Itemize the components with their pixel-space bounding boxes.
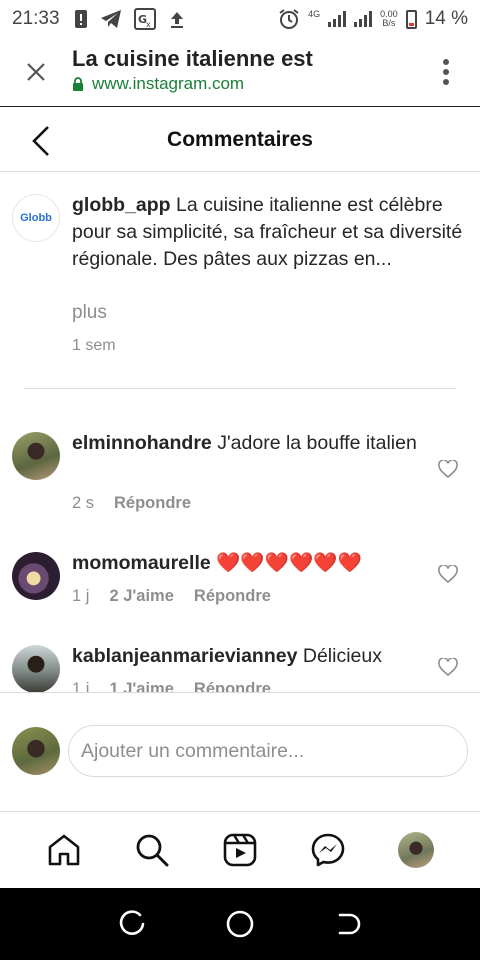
alert-icon — [74, 10, 87, 28]
comments-header: Commentaires — [0, 108, 480, 172]
reply-button[interactable]: Répondre — [114, 494, 191, 513]
avatar[interactable]: Globb — [12, 194, 60, 242]
system-indicators: 4G 0.00 B/s 14 % — [278, 8, 468, 30]
recents-icon[interactable] — [118, 909, 148, 939]
net-speed: 0.00 B/s — [380, 10, 398, 28]
signal-icon — [328, 11, 347, 27]
lock-icon — [73, 77, 83, 91]
comment-text: J'adore la bouffe italien — [217, 432, 417, 454]
comment-composer — [0, 692, 480, 812]
caption-time: 1 sem — [72, 337, 116, 354]
net-speed-unit: B/s — [382, 18, 396, 28]
upload-icon — [170, 12, 183, 28]
comment-time: 1 j — [72, 680, 90, 692]
comment-body: momomaurelle ❤️❤️❤️❤️❤️❤️ — [72, 550, 432, 577]
caption-more-link[interactable]: plus — [72, 302, 107, 324]
nav-search[interactable] — [132, 830, 172, 870]
divider — [24, 388, 456, 389]
comment-input[interactable] — [68, 725, 468, 777]
comment-time: 2 s — [72, 494, 95, 512]
svg-text:x: x — [146, 20, 151, 29]
reply-button[interactable]: Répondre — [194, 680, 271, 692]
comment-body: elminnohandre J'adore la bouffe italien — [72, 430, 432, 457]
heart-icon[interactable] — [438, 658, 458, 676]
comment-username[interactable]: kablanjeanmarievianney — [72, 645, 297, 667]
notification-icons: Gx — [74, 8, 186, 30]
status-time: 21:33 — [12, 8, 60, 29]
home-icon — [48, 834, 80, 866]
status-bar: 21:33 Gx 4G 0.00 B/s 14 % — [0, 0, 480, 38]
avatar[interactable] — [12, 552, 60, 600]
heart-icon[interactable] — [438, 460, 458, 478]
browser-toolbar: La cuisine italienne est www.instagram.c… — [0, 38, 480, 107]
alarm-icon — [279, 9, 299, 29]
caption-text-block: globb_app La cuisine italienne est célèb… — [72, 192, 468, 273]
search-icon — [136, 834, 169, 867]
caption-username[interactable]: globb_app — [72, 194, 171, 216]
nav-home[interactable] — [44, 830, 84, 870]
signal-icon-2 — [354, 11, 373, 27]
reply-button[interactable]: Répondre — [194, 587, 271, 606]
messenger-icon — [311, 833, 345, 867]
comment-time: 1 j — [72, 587, 90, 605]
system-nav-bar — [0, 888, 480, 960]
comment-text: Délicieux — [302, 645, 382, 667]
avatar-logo: Globb — [20, 212, 52, 224]
comment-meta: 1 j 2 J'aime Répondre — [72, 587, 271, 606]
translate-icon: Gx — [133, 8, 156, 30]
comment-meta: 1 j 1 J'aime Répondre — [72, 680, 271, 692]
likes-count[interactable]: 1 J'aime — [109, 680, 173, 692]
post-caption: Globb globb_app La cuisine italienne est… — [0, 172, 480, 390]
close-icon[interactable] — [24, 60, 48, 84]
battery-icon — [405, 9, 417, 29]
heart-icon[interactable] — [438, 565, 458, 583]
comment-text: ❤️❤️❤️❤️❤️❤️ — [216, 552, 362, 574]
bottom-nav — [0, 812, 480, 888]
comment-username[interactable]: momomaurelle — [72, 552, 211, 574]
reels-icon — [223, 833, 257, 867]
page-title: Commentaires — [167, 128, 313, 151]
comment-body: kablanjeanmarievianney Délicieux — [72, 643, 452, 670]
nav-messenger[interactable] — [308, 830, 348, 870]
comment-list[interactable]: elminnohandre J'adore la bouffe italien … — [0, 390, 480, 692]
network-type: 4G — [308, 9, 321, 19]
avatar[interactable] — [12, 645, 60, 692]
more-options-icon[interactable] — [442, 58, 450, 86]
comment-meta: 2 s Répondre — [72, 494, 191, 513]
comment-username[interactable]: elminnohandre — [72, 432, 212, 454]
avatar — [12, 727, 60, 775]
back-button-icon[interactable] — [332, 909, 362, 939]
nav-reels[interactable] — [220, 830, 260, 870]
battery-percent: 14 % — [424, 8, 468, 29]
browser-url: www.instagram.com — [72, 74, 244, 94]
likes-count[interactable]: 2 J'aime — [109, 587, 173, 606]
browser-page-title: La cuisine italienne est — [72, 46, 313, 71]
telegram-icon — [100, 10, 121, 28]
avatar[interactable] — [12, 432, 60, 480]
url-text: www.instagram.com — [92, 74, 245, 93]
nav-profile[interactable] — [396, 830, 436, 870]
avatar — [398, 832, 434, 868]
home-button-icon[interactable] — [225, 909, 255, 939]
